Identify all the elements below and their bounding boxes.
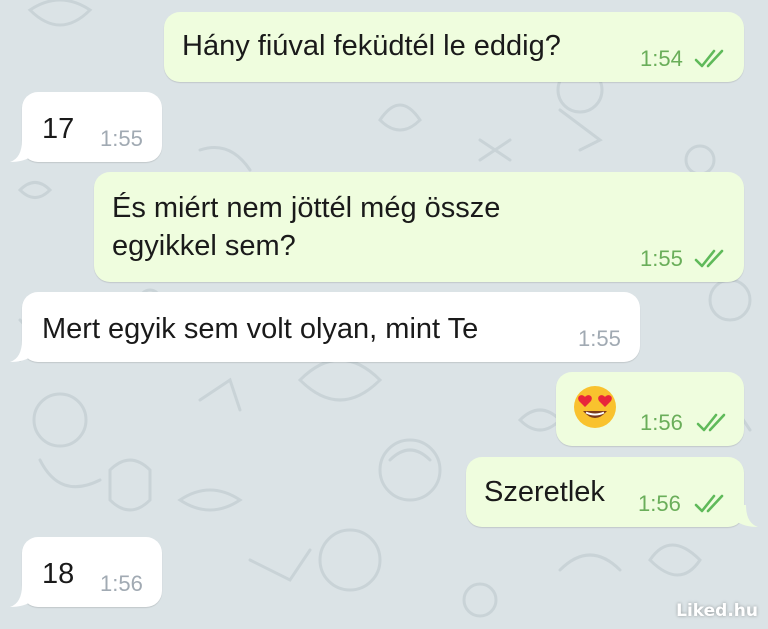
read-checkmarks-icon — [696, 413, 726, 432]
message-bubble-outgoing[interactable]: Szeretlek 1:56 — [466, 457, 744, 527]
heart-eyes-emoji-icon — [574, 386, 616, 428]
message-text: 17 — [42, 113, 75, 145]
read-checkmarks-icon — [694, 49, 724, 68]
message-bubble-incoming[interactable]: 18 1:56 — [22, 537, 162, 607]
message-text: Mert egyik sem volt olyan, mint Te — [42, 313, 479, 345]
bubble-tail — [10, 140, 32, 162]
bubble-tail — [736, 505, 758, 527]
message-bubble-incoming[interactable]: 17 1:55 — [22, 92, 162, 162]
bubble-tail — [10, 340, 32, 362]
message-text-line-1: És miért nem jöttél még össze — [112, 192, 501, 224]
message-bubble-outgoing[interactable]: Hány fiúval feküdtél le eddig? 1:54 — [164, 12, 744, 82]
message-bubble-outgoing[interactable]: 1:56 — [556, 372, 744, 446]
message-time: 1:55 — [578, 326, 621, 351]
message-time: 1:55 — [100, 126, 143, 151]
message-time: 1:54 — [640, 46, 683, 71]
message-text: Szeretlek — [484, 476, 605, 508]
message-time: 1:56 — [640, 410, 683, 435]
message-time: 1:56 — [638, 491, 681, 516]
message-time: 1:55 — [640, 246, 683, 271]
message-text: 18 — [42, 558, 75, 590]
read-checkmarks-icon — [694, 494, 724, 513]
message-time: 1:56 — [100, 571, 143, 596]
message-text: Hány fiúval feküdtél le eddig? — [182, 30, 561, 62]
message-text-line-2: egyikkel sem? — [112, 230, 296, 262]
bubble-tail — [10, 585, 32, 607]
message-bubble-incoming[interactable]: Mert egyik sem volt olyan, mint Te 1:55 — [22, 292, 640, 362]
read-checkmarks-icon — [694, 249, 724, 268]
watermark: Liked.hu — [676, 601, 758, 621]
message-bubble-outgoing[interactable]: És miért nem jöttél még össze egyikkel s… — [94, 172, 744, 282]
